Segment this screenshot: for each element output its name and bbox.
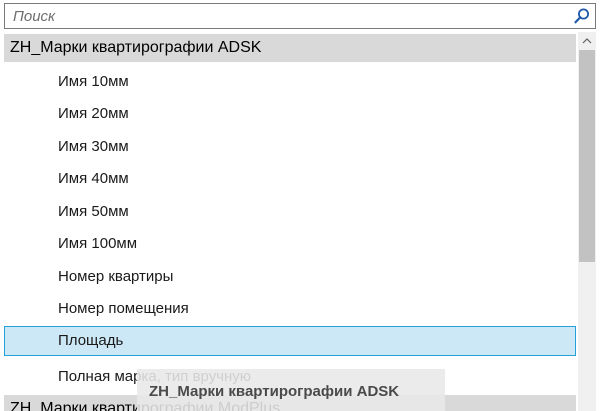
list-item[interactable]: Номер помещения — [4, 294, 576, 324]
group-header[interactable]: ZH_Марки квартирографии ADSK — [4, 34, 576, 62]
search-input[interactable] — [5, 4, 565, 28]
scroll-up-icon[interactable] — [578, 32, 596, 49]
drag-tooltip: ZH_Марки квартирографии ADSK — [137, 369, 445, 411]
list-item[interactable]: Имя 100мм — [4, 229, 576, 259]
drag-tooltip-label: ZH_Марки квартирографии ADSK — [149, 383, 400, 400]
list-item[interactable]: Имя 20мм — [4, 99, 576, 129]
list-item[interactable]: Имя 40мм — [4, 164, 576, 194]
family-type-picker: ZH_Марки квартирографии ADSK Имя 10мм Им… — [0, 0, 600, 411]
scroll-thumb[interactable] — [579, 50, 595, 262]
family-list[interactable]: ZH_Марки квартирографии ADSK Имя 10мм Им… — [4, 32, 576, 411]
search-icon[interactable] — [573, 7, 591, 25]
list-item-selected[interactable]: Площадь — [4, 326, 576, 356]
search-box[interactable] — [4, 3, 596, 29]
list-item[interactable]: Имя 50мм — [4, 197, 576, 227]
vertical-scrollbar[interactable] — [578, 32, 596, 411]
list-item[interactable]: Номер квартиры — [4, 262, 576, 292]
list-item[interactable]: Имя 30мм — [4, 132, 576, 162]
list-item[interactable]: Имя 10мм — [4, 67, 576, 97]
